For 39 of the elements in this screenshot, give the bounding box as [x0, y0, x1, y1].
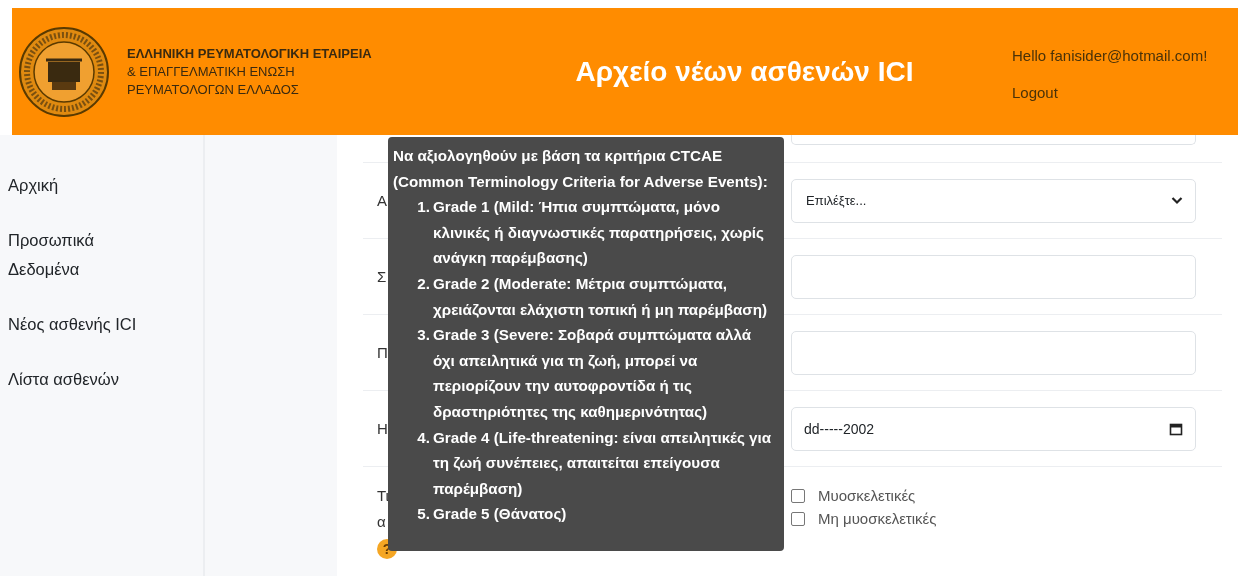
- list-number: 1.: [416, 197, 431, 218]
- greeting-text: Hello fanisider@hotmail.com!: [1012, 46, 1209, 64]
- field-label: Τι: [377, 486, 389, 506]
- organization-name: ΡΕΥΜΑΤΟΛΟΓΩΝ ΕΛΛΑΔΟΣ: [127, 82, 300, 97]
- sidebar-link[interactable]: Αρχική: [8, 171, 158, 200]
- tooltip-text: Να αξιολογηθούν με βάση τα κριτήρια CTCAE (Common Terminology Criteria for Adverse Events):: [393, 146, 769, 192]
- calendar-icon: [1169, 421, 1183, 436]
- sidebar-link[interactable]: Προσωπικά Δεδομένα: [8, 226, 158, 284]
- sidebar-link[interactable]: Νέος ασθενής ICI: [8, 310, 158, 339]
- date-field[interactable]: dd-----2002: [791, 406, 1196, 451]
- grade-description: Grade 1 (Mild: Ήπια συμπτώματα, μόνο κλινικές ή διαγνωστικές παρατηρήσεις, χωρίς ανάγκη παρέμβασης): [433, 197, 765, 269]
- field-label: Η: [377, 418, 388, 439]
- list-number: 5.: [416, 504, 431, 525]
- input-field[interactable]: [791, 254, 1196, 299]
- select-dropdown[interactable]: Επιλέξτε...: [791, 178, 1196, 223]
- input-field[interactable]: [791, 330, 1196, 375]
- field-label: α: [377, 512, 386, 532]
- field-label: Σ: [377, 266, 387, 287]
- input-field[interactable]: [791, 135, 1196, 145]
- sidebar-link[interactable]: Λίστα ασθενών: [8, 365, 158, 394]
- logout-link[interactable]: Logout: [1012, 83, 1058, 101]
- checkbox[interactable]: [791, 511, 805, 526]
- field-label: Α: [377, 190, 387, 211]
- field-label: Π: [377, 342, 388, 363]
- grade-description: Grade 3 (Severe: Σοβαρά συμπτώματα αλλά όχι απειλητικά για τη ζωή, μπορεί να περιορίζουν την αυτοφροντίδα ή τις δραστηριότητες της καθημερινότητας): [433, 325, 753, 422]
- seal-logo-icon: [18, 25, 110, 118]
- chevron-down-icon: [1171, 196, 1183, 205]
- list-number: 3.: [416, 325, 431, 346]
- grade-description: Grade 4 (Life-threatening: είναι απειλητικές για τη ζωή συνέπειες, απαιτείται επείγουσα παρέμβαση): [433, 427, 773, 499]
- list-number: 4.: [416, 427, 431, 448]
- organization-name: & ΕΠΑΓΓΕΛΜΑΤΙΚΗ ΕΝΩΣΗ: [127, 64, 296, 79]
- checkbox-option[interactable]: Μη μυοσκελετικές: [791, 510, 937, 527]
- list-number: 2.: [416, 273, 431, 294]
- page-title: Αρχείο νέων ασθενών ICI: [574, 55, 915, 88]
- grade-description: Grade 5 (Θάνατος): [433, 504, 568, 525]
- organization-name: ΕΛΛΗΝΙΚΗ ΡΕΥΜΑΤΟΛΟΓΙΚΗ ΕΤΑΙΡΕΙΑ: [127, 46, 373, 61]
- grade-description: Grade 2 (Moderate: Μέτρια συμπτώματα, χρειάζονται ελάχιστη τοπική ή μη παρέμβαση): [433, 273, 769, 320]
- checkbox[interactable]: [791, 488, 805, 503]
- checkbox-option[interactable]: Μυοσκελετικές: [791, 487, 937, 504]
